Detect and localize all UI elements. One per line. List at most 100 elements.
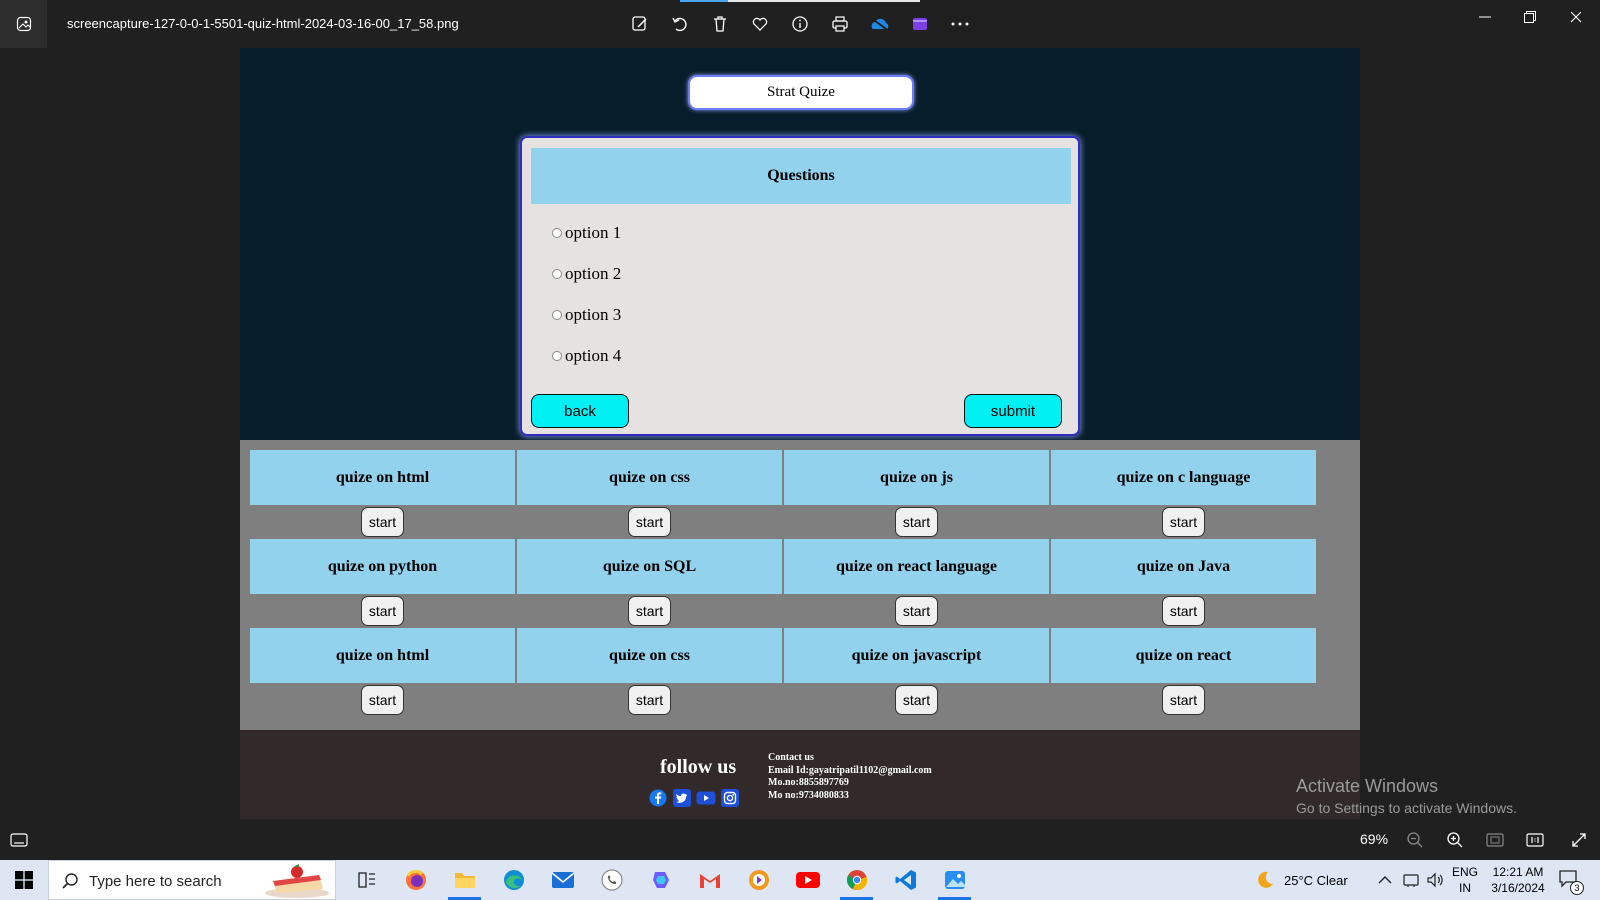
volume-icon[interactable] bbox=[1426, 872, 1444, 888]
start-button[interactable]: start bbox=[628, 685, 671, 715]
option-label: option 3 bbox=[565, 305, 622, 324]
zoom-level: 69% bbox=[1360, 831, 1389, 847]
photos-icon[interactable] bbox=[930, 860, 979, 900]
start-button[interactable]: start bbox=[361, 596, 404, 626]
chevron-up-icon[interactable] bbox=[1378, 875, 1392, 885]
back-button[interactable]: back bbox=[531, 394, 629, 428]
contact-info: Contact us Email Id:gayatripatil1102@gma… bbox=[768, 752, 932, 802]
print-icon[interactable] bbox=[820, 10, 860, 38]
file-explorer-icon[interactable] bbox=[440, 860, 489, 900]
file-name: screencapture-127-0-0-1-5501-quiz-html-2… bbox=[67, 16, 459, 31]
strawberry-cake-icon bbox=[265, 864, 329, 898]
system-tray[interactable] bbox=[1378, 860, 1444, 900]
moon-icon bbox=[1258, 871, 1273, 888]
region-code: IN bbox=[1459, 881, 1471, 895]
loading-indicator bbox=[680, 0, 920, 2]
start-button[interactable]: start bbox=[895, 596, 938, 626]
notification-badge: 3 bbox=[1570, 881, 1584, 895]
close-icon[interactable] bbox=[1554, 4, 1598, 30]
contact-mobile-2: Mo no:9734080833 bbox=[768, 789, 849, 801]
language-code: ENG bbox=[1452, 865, 1479, 879]
language-indicator[interactable]: ENG IN bbox=[1452, 864, 1478, 896]
chrome-icon[interactable] bbox=[832, 860, 881, 900]
more-icon[interactable] bbox=[940, 10, 980, 38]
radio-icon[interactable] bbox=[552, 228, 562, 238]
mail-icon[interactable] bbox=[538, 860, 587, 900]
quiz-tile: quize on html start bbox=[250, 450, 515, 539]
minimize-icon[interactable] bbox=[1463, 4, 1507, 30]
start-button[interactable]: start bbox=[895, 507, 938, 537]
contact-email: Email Id:gayatripatil1102@gmail.com bbox=[768, 764, 932, 776]
info-icon[interactable] bbox=[780, 10, 820, 38]
zoom-out-icon[interactable] bbox=[1404, 829, 1426, 851]
fit-to-window-icon[interactable] bbox=[1484, 829, 1506, 851]
quiz-tile: quize on react start bbox=[1051, 628, 1316, 717]
title-bar: screencapture-127-0-0-1-5501-quiz-html-2… bbox=[0, 0, 1600, 48]
start-button[interactable]: start bbox=[895, 685, 938, 715]
clipchamp-icon[interactable] bbox=[900, 10, 940, 38]
filmstrip-icon[interactable] bbox=[8, 829, 30, 851]
option-4[interactable]: option 4 bbox=[552, 346, 621, 366]
notification-icon[interactable]: 3 bbox=[1558, 869, 1584, 895]
activate-windows-watermark: Activate Windows Go to Settings to activ… bbox=[1296, 776, 1517, 816]
vscode-icon[interactable] bbox=[881, 860, 930, 900]
quiz-webpage: Strat Quize Questions option 1 option 2 … bbox=[240, 48, 1360, 819]
start-button[interactable]: start bbox=[1162, 507, 1205, 537]
rotate-icon[interactable] bbox=[660, 10, 700, 38]
fullscreen-icon[interactable] bbox=[1568, 829, 1590, 851]
option-3[interactable]: option 3 bbox=[552, 305, 621, 325]
zoom-in-icon[interactable] bbox=[1444, 829, 1466, 851]
edge-icon[interactable] bbox=[489, 860, 538, 900]
photos-app-icon[interactable] bbox=[0, 0, 47, 48]
facebook-icon[interactable] bbox=[648, 788, 668, 808]
windows-start-icon[interactable] bbox=[0, 860, 48, 900]
youtube-icon[interactable] bbox=[696, 788, 716, 808]
start-quiz-button[interactable]: Strat Quize bbox=[688, 75, 914, 110]
edit-image-icon[interactable] bbox=[620, 10, 660, 38]
radio-icon[interactable] bbox=[552, 351, 562, 361]
instagram-icon[interactable] bbox=[720, 788, 740, 808]
task-view-icon[interactable] bbox=[342, 860, 391, 900]
favorite-icon[interactable] bbox=[740, 10, 780, 38]
start-button[interactable]: start bbox=[361, 685, 404, 715]
follow-us-heading: follow us bbox=[660, 756, 737, 778]
twitter-icon[interactable] bbox=[672, 788, 692, 808]
quiz-tile: quize on react language start bbox=[784, 539, 1049, 628]
question-title: Questions bbox=[531, 148, 1071, 204]
youtube-app-icon[interactable] bbox=[783, 860, 832, 900]
gmail-icon[interactable] bbox=[685, 860, 734, 900]
quiz-list: quize on html start quize on css start qui… bbox=[240, 440, 1360, 730]
option-1[interactable]: option 1 bbox=[552, 223, 621, 243]
option-label: option 2 bbox=[565, 264, 622, 283]
quiz-title: quize on react bbox=[1051, 628, 1316, 683]
network-icon[interactable] bbox=[1402, 872, 1420, 888]
whatsapp-icon[interactable] bbox=[587, 860, 636, 900]
taskbar-search[interactable]: Type here to search bbox=[48, 860, 336, 900]
quiz-title: quize on javascript bbox=[784, 628, 1049, 683]
submit-button[interactable]: submit bbox=[964, 394, 1062, 428]
radio-icon[interactable] bbox=[552, 310, 562, 320]
start-button[interactable]: start bbox=[628, 596, 671, 626]
weather-widget[interactable]: 25°C Clear bbox=[1254, 860, 1348, 900]
quiz-tile: quize on python start bbox=[250, 539, 515, 628]
page-footer: follow us Contact us Email Id:gayatripat… bbox=[240, 730, 1360, 819]
start-button[interactable]: start bbox=[1162, 596, 1205, 626]
restore-icon[interactable] bbox=[1508, 4, 1552, 30]
start-button[interactable]: start bbox=[361, 507, 404, 537]
start-button[interactable]: start bbox=[628, 507, 671, 537]
clock[interactable]: 12:21 AM 3/16/2024 bbox=[1488, 864, 1548, 896]
actual-size-icon[interactable] bbox=[1524, 829, 1546, 851]
onedrive-icon[interactable] bbox=[860, 10, 900, 38]
start-button[interactable]: start bbox=[1162, 685, 1205, 715]
quiz-title: quize on react language bbox=[784, 539, 1049, 594]
delete-icon[interactable] bbox=[700, 10, 740, 38]
quiz-title: quize on SQL bbox=[517, 539, 782, 594]
radio-icon[interactable] bbox=[552, 269, 562, 279]
media-icon[interactable] bbox=[734, 860, 783, 900]
watermark-title: Activate Windows bbox=[1296, 776, 1439, 796]
option-2[interactable]: option 2 bbox=[552, 264, 621, 284]
quiz-title: quize on css bbox=[517, 628, 782, 683]
copilot-icon[interactable] bbox=[636, 860, 685, 900]
firefox-icon[interactable] bbox=[391, 860, 440, 900]
contact-title: Contact us bbox=[768, 752, 814, 763]
